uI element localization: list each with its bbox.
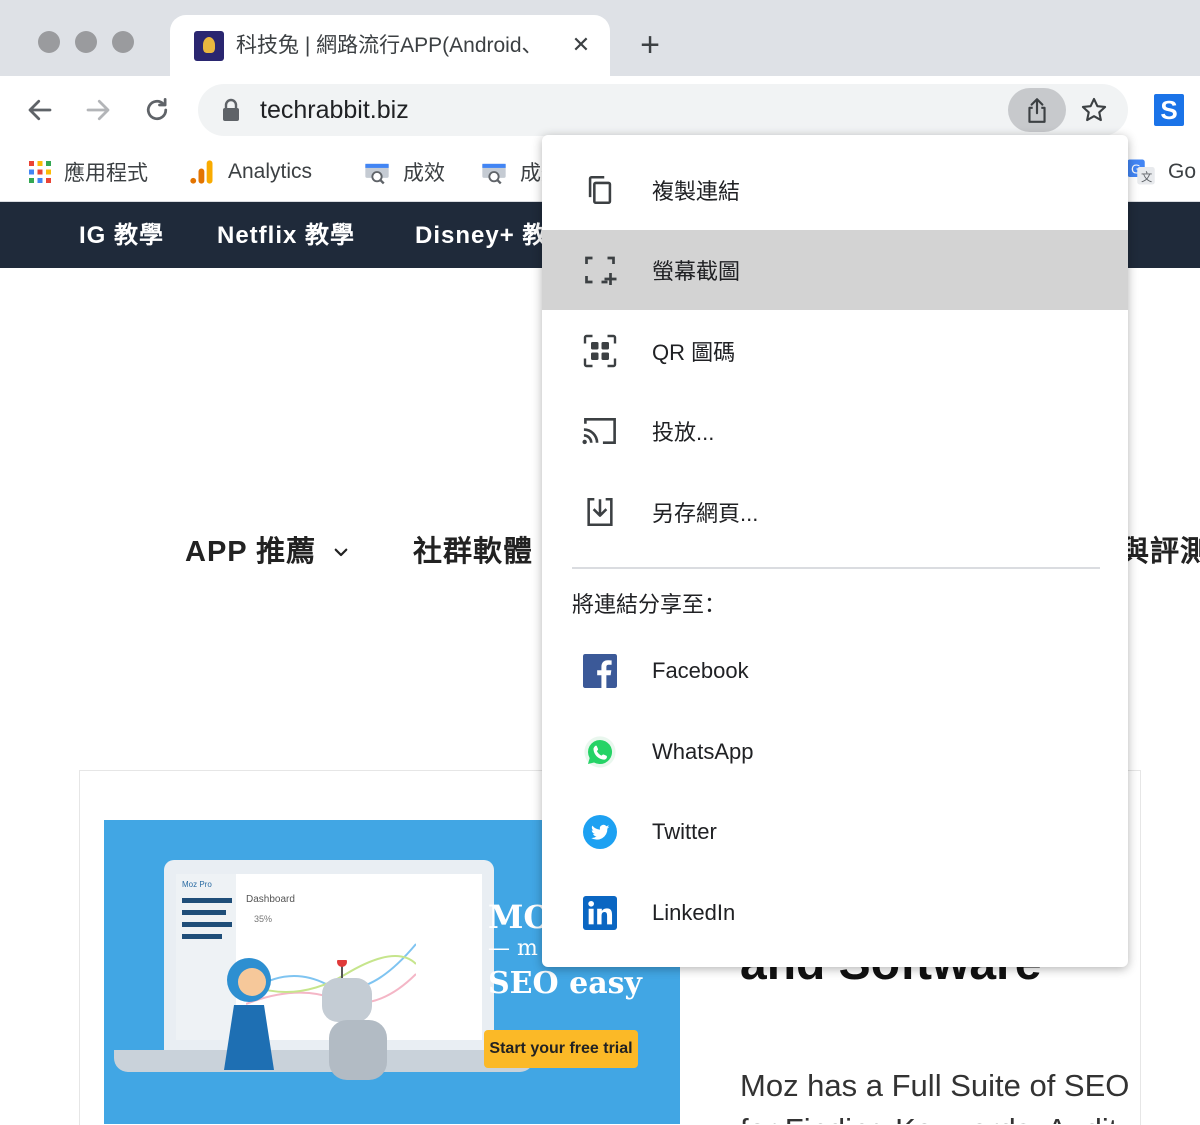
menu-label: 另存網頁... [652,501,759,526]
site-nav-ig[interactable]: IG 教學 [79,218,164,254]
share-menu: 複製連結 螢幕截圖 QR 圖碼 投放... 另存網頁... 將連結分享至： Fa… [542,135,1128,967]
menu-cast[interactable]: 投放... [542,391,1128,471]
menu-screenshot[interactable]: 螢幕截圖 [542,230,1128,310]
page-menu-label: APP 推薦 [185,536,317,568]
menu-save-page[interactable]: 另存網頁... [542,472,1128,552]
page-menu-app[interactable]: APP 推薦 [185,532,350,572]
qr-code-icon [580,331,620,371]
share-linkedin[interactable]: LinkedIn [542,873,1128,953]
window-close-button[interactable] [38,31,60,53]
page-menu-review[interactable]: 與評測 [1120,532,1200,572]
google-translate-icon: G文 [1127,159,1155,185]
back-button[interactable] [20,90,60,130]
bookmark-analytics[interactable]: Analytics [188,154,312,190]
facebook-icon [580,651,620,691]
svg-text:文: 文 [1141,170,1152,184]
ad-screen-value: 35% [254,914,273,924]
browser-tab-active[interactable]: 科技兔 | 網路流行APP(Android、iOS) ✕ [170,15,610,76]
menu-label: QR 圖碼 [652,340,736,365]
site-favicon-icon [194,31,224,61]
extension-s-icon[interactable]: S [1154,94,1184,126]
reload-icon [146,98,168,121]
bookmark-label: Go [1168,160,1197,183]
menu-label: 螢幕截圖 [652,259,741,284]
reload-button[interactable] [137,90,177,130]
save-page-icon [580,492,620,532]
bookmark-label: Analytics [228,160,313,183]
share-twitter[interactable]: Twitter [542,792,1128,872]
menu-divider [572,567,1100,569]
screenshot-icon [580,250,620,290]
ad-headline: SEO easy [488,966,642,1001]
url-text[interactable]: techrabbit.biz [260,94,760,126]
share-target-label: Facebook [652,658,749,683]
linkedin-icon [580,893,620,933]
share-facebook[interactable]: Facebook [542,631,1128,711]
ad-screen-label: Moz Pro [182,880,212,889]
site-nav-netflix[interactable]: Netflix 教學 [217,218,355,254]
article-body-line: Moz has a Full Suite of SEO [740,1068,1130,1103]
ad-screen-title: Dashboard [246,894,295,905]
ad-cta-button[interactable]: Start your free trial [484,1030,638,1068]
analytics-icon [190,160,213,184]
article-body-line: for Finding Keywords, Audit [740,1110,1140,1124]
window-minimize-button[interactable] [75,31,97,53]
copy-link-icon [580,170,620,210]
ad-person-illustration [224,958,274,1070]
window-zoom-button[interactable] [112,31,134,53]
ad-robot-illustration [322,960,387,1080]
page-menu-social[interactable]: 社群軟體 [413,532,533,572]
lock-icon[interactable] [220,98,242,122]
new-tab-button[interactable]: + [632,28,668,64]
twitter-icon [580,812,620,852]
apps-grid-icon [29,161,51,183]
whatsapp-icon [580,732,620,772]
share-button[interactable] [1008,88,1066,132]
browser-toolbar: techrabbit.biz S [0,76,1200,144]
menu-copy-link[interactable]: 複製連結 [542,150,1128,230]
bookmark-label: 成效 [403,162,445,185]
tab-title: 科技兔 | 網路流行APP(Android、iOS) [236,34,542,57]
forward-arrow-icon [86,99,110,121]
menu-qr-code[interactable]: QR 圖碼 [542,311,1128,391]
menu-label: 投放... [652,420,715,445]
share-section-header: 將連結分享至： [572,592,727,617]
address-bar[interactable]: techrabbit.biz [198,84,1128,136]
share-target-label: LinkedIn [652,900,736,925]
chevron-down-icon [334,548,348,557]
bookmark-star-button[interactable] [1074,90,1114,130]
cast-icon [580,411,620,451]
star-icon [1081,97,1107,122]
share-target-label: WhatsApp [652,739,754,764]
bookmark-apps[interactable]: 應用程式 [28,154,148,190]
back-arrow-icon [28,99,52,121]
bookmark-google-translate[interactable]: G文 Go [1126,154,1196,190]
share-icon [1028,98,1046,123]
bookmark-search-console-1[interactable]: 成效 [363,154,445,190]
tab-close-icon[interactable]: ✕ [568,29,594,61]
bookmark-label: 應用程式 [64,162,148,185]
search-console-icon [482,163,506,185]
share-whatsapp[interactable]: WhatsApp [542,712,1128,792]
search-console-icon [365,163,389,185]
tab-strip: 科技兔 | 網路流行APP(Android、iOS) ✕ + [0,0,1200,76]
forward-button[interactable] [78,90,118,130]
menu-label: 複製連結 [652,179,741,204]
share-target-label: Twitter [652,819,717,844]
